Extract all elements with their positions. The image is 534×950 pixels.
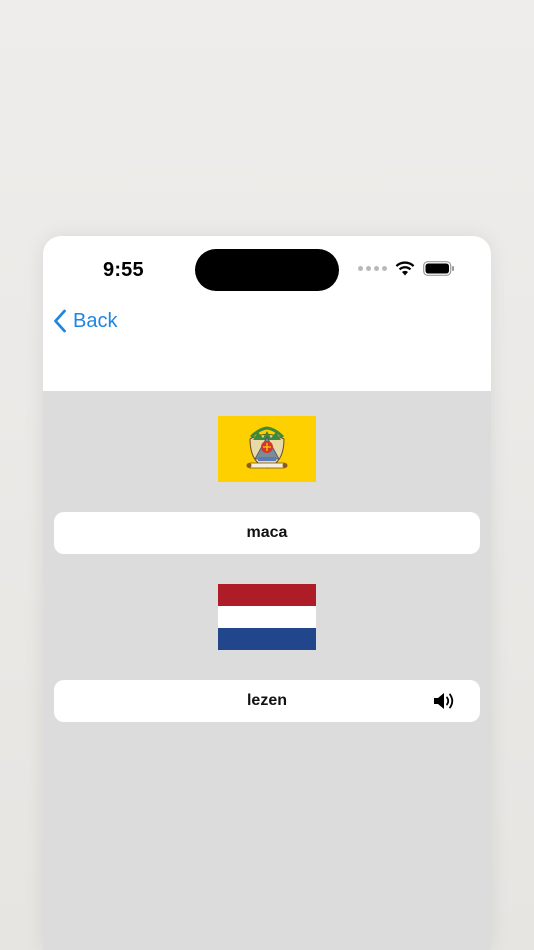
back-button[interactable]: Back bbox=[53, 309, 117, 333]
central-java-flag bbox=[218, 416, 316, 482]
nl-flag-icon bbox=[218, 584, 316, 650]
dynamic-island bbox=[195, 249, 339, 291]
battery-icon bbox=[423, 261, 454, 276]
phone-screen: 9:55 Back maca lezen bbox=[43, 236, 491, 950]
speaker-icon[interactable] bbox=[432, 691, 456, 711]
top-bar: 9:55 Back bbox=[43, 236, 491, 391]
back-label: Back bbox=[73, 309, 118, 332]
signal-icon bbox=[358, 266, 387, 271]
status-time: 9:55 bbox=[103, 259, 144, 281]
status-icons bbox=[358, 261, 455, 276]
wifi-icon bbox=[395, 261, 415, 276]
source-word-card[interactable]: maca bbox=[54, 512, 480, 554]
source-word: maca bbox=[246, 524, 288, 541]
chevron-left-icon bbox=[54, 309, 66, 333]
target-word: lezen bbox=[246, 692, 287, 709]
coat-of-arms-icon bbox=[218, 416, 316, 482]
netherlands-flag bbox=[218, 584, 316, 650]
target-word-card[interactable]: lezen bbox=[54, 680, 480, 722]
